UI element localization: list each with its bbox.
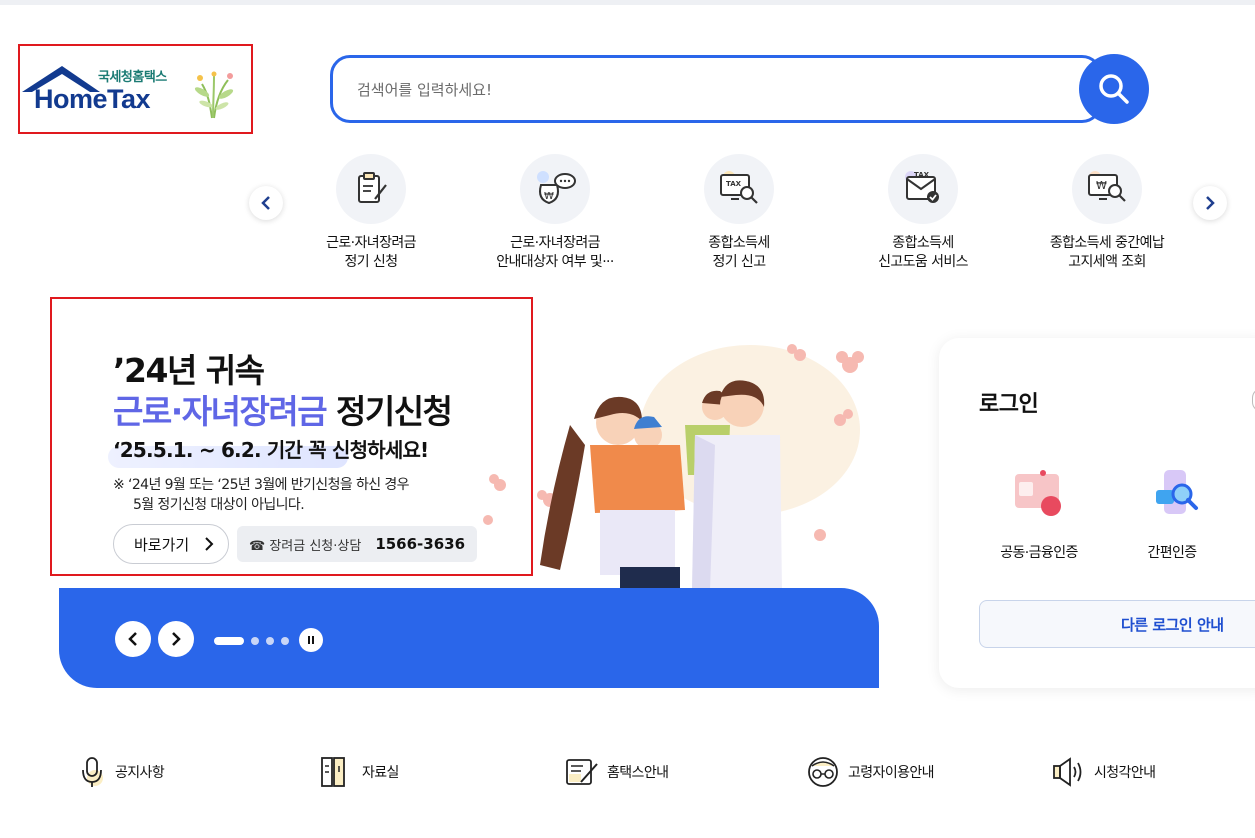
quick-menu-prev-button[interactable] — [249, 186, 283, 220]
bottom-link-senior-guide[interactable]: 고령자이용안내 — [806, 756, 935, 788]
banner-period: ‘25.5.1. ~ 6.2. 기간 꼭 신청하세요! — [113, 438, 429, 462]
banner-go-button[interactable]: 바로가기 — [113, 524, 229, 564]
quick-menu-label-line2: 정기 신고 — [712, 254, 767, 270]
quick-menu-item-interim-prepayment[interactable]: ₩ 종합소득세 중간예납고지세액 조회 — [1015, 154, 1199, 272]
quick-menu-item-income-tax-help[interactable]: TAX 종합소득세신고도움 서비스 — [831, 154, 1015, 272]
search-input[interactable] — [357, 76, 1057, 104]
banner-title-rest: 정기신청 — [326, 392, 453, 431]
banner-title-accent: 근로·자녀장려금 — [113, 392, 328, 431]
svg-text:TAX: TAX — [914, 171, 930, 179]
svg-text:₩: ₩ — [1096, 179, 1107, 192]
login-option-label: 간편인증 — [1147, 545, 1197, 561]
won-chat-icon: ₩ — [520, 154, 590, 224]
logo-korean-text: 국세청홈택스 — [98, 70, 167, 85]
svg-text:₩: ₩ — [544, 191, 554, 202]
banner-title-line2: 근로·자녀장려금 정기신청 — [113, 385, 453, 433]
slide-dot-2[interactable] — [251, 637, 259, 645]
quick-menu-label-line1: 종합소득세 중간예납 — [1049, 235, 1165, 251]
simple-auth-icon — [1156, 470, 1198, 514]
bottom-link-archive[interactable]: 자료실 — [320, 756, 399, 788]
document-pen-icon — [566, 759, 598, 785]
bottom-link-notice[interactable]: 공지사항 — [79, 756, 165, 788]
quick-menu-label-line2: 고지세액 조회 — [1068, 254, 1146, 270]
quick-menu-label-line2: 안내대상자 여부 및··· — [496, 254, 614, 270]
login-option-certificate[interactable]: 공동·금융인증 — [979, 468, 1099, 562]
top-strip — [0, 0, 1255, 5]
bottom-link-label: 홈택스안내 — [607, 765, 669, 781]
tax-document-check-icon: TAX — [888, 154, 958, 224]
senior-glasses-icon — [808, 757, 838, 787]
quick-menu-label-line1: 근로·자녀장려금 — [510, 235, 600, 251]
search-button[interactable] — [1079, 54, 1149, 124]
clipboard-pen-icon — [336, 154, 406, 224]
login-option-label: 공동·금융인증 — [1000, 545, 1078, 561]
bottom-link-label: 자료실 — [362, 765, 399, 781]
login-title: 로그인 — [979, 392, 1039, 417]
tax-monitor-search-icon: TAX — [704, 154, 774, 224]
search-box — [330, 55, 1102, 123]
slide-dot-3[interactable] — [266, 637, 274, 645]
bottom-link-label: 공지사항 — [115, 765, 165, 781]
other-login-button[interactable]: 다른 로그인 안내 — [979, 600, 1255, 648]
quick-menu-label-line2: 신고도움 서비스 — [878, 254, 968, 270]
login-option-simple-auth[interactable]: 간편인증 — [1112, 468, 1232, 562]
bottom-link-label: 시청각안내 — [1094, 765, 1156, 781]
quick-menu-item-eligibility[interactable]: ₩ 근로·자녀장려금안내대상자 여부 및··· — [463, 154, 647, 272]
banner-next-button[interactable] — [158, 621, 194, 657]
banner-go-label: 바로가기 — [134, 535, 190, 554]
slide-dot-4[interactable] — [281, 637, 289, 645]
hometax-logo[interactable]: 국세청홈택스 HomeTax — [18, 44, 253, 134]
family-illustration — [483, 344, 864, 590]
archive-icon — [321, 757, 345, 787]
quick-menu-label-line1: 종합소득세 — [892, 235, 954, 251]
quick-menu-label-line1: 종합소득세 — [708, 235, 770, 251]
chevron-left-icon — [128, 632, 137, 646]
quick-menu-label-line1: 근로·자녀장려금 — [326, 235, 416, 251]
banner-note-line1: ※ ‘24년 9월 또는 ‘25년 3월에 반기신청을 하신 경우 — [113, 477, 410, 493]
banner-prev-button[interactable] — [115, 621, 151, 657]
bottom-link-hometax-guide[interactable]: 홈택스안내 — [565, 756, 669, 788]
quick-menu-item-earned-income-apply[interactable]: 근로·자녀장려금정기 신청 — [279, 154, 463, 272]
chevron-left-icon — [261, 196, 270, 210]
microphone-icon — [82, 757, 103, 787]
phone-number: 1566-3636 — [375, 535, 466, 553]
speaker-icon — [1053, 757, 1082, 787]
banner-phone-info: ☎ 장려금 신청·상담 1566-3636 — [237, 526, 477, 562]
svg-text:TAX: TAX — [726, 180, 742, 188]
certificate-card-icon — [1015, 470, 1061, 516]
slide-pause-button[interactable] — [299, 628, 323, 652]
pause-icon — [308, 636, 314, 644]
quick-menu-item-income-tax-filing[interactable]: TAX 종합소득세정기 신고 — [647, 154, 831, 272]
phone-label: ☎ 장려금 신청·상담 — [249, 538, 362, 554]
search-icon — [1099, 74, 1129, 104]
won-monitor-search-icon: ₩ — [1072, 154, 1142, 224]
banner-note-line2: 5월 정기신청 대상이 아닙니다. — [133, 497, 305, 513]
logo-english-text: HomeTax — [34, 84, 151, 114]
slide-dot-1[interactable] — [214, 637, 244, 645]
chevron-right-icon — [205, 537, 214, 551]
chevron-right-icon — [172, 632, 181, 646]
plant-illustration-icon — [194, 71, 234, 119]
chevron-right-icon — [1206, 196, 1215, 210]
bottom-link-label: 고령자이용안내 — [848, 765, 935, 781]
quick-menu-label-line2: 정기 신청 — [344, 254, 399, 270]
bottom-link-audiovisual-guide[interactable]: 시청각안내 — [1052, 756, 1156, 788]
